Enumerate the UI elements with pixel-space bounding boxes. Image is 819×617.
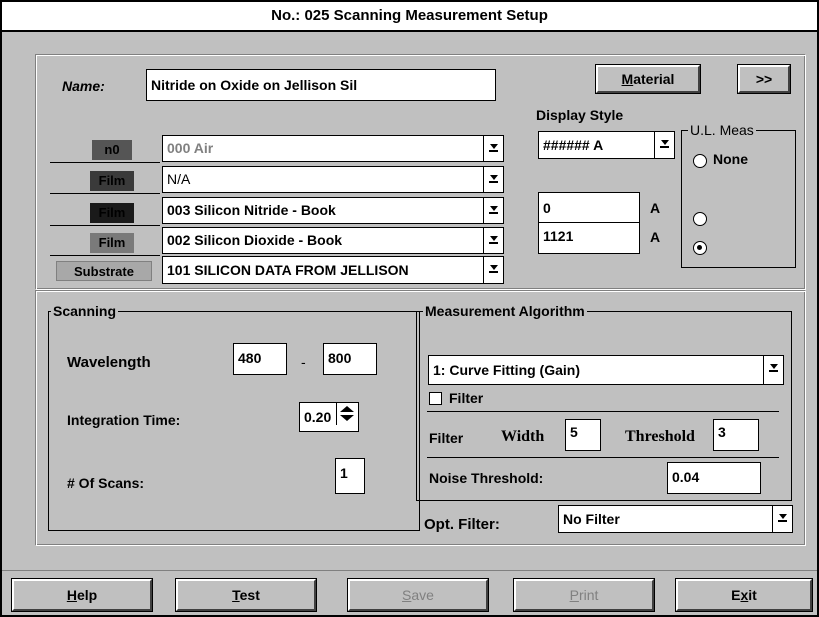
algorithm-group: Measurement Algorithm 1: Curve Fitting (…: [416, 302, 792, 501]
help-button-label: elp: [76, 587, 98, 603]
help-button-mnemonic: H: [66, 587, 77, 603]
wavelength-to-input[interactable]: 800: [323, 343, 377, 375]
layer-tag-n0: n0: [92, 140, 132, 160]
layer-separator: [50, 225, 160, 226]
filter-checkbox[interactable]: [429, 392, 442, 405]
algorithm-divider: [427, 457, 779, 458]
material-button-label: aterial: [633, 71, 675, 87]
spin-updown-icon[interactable]: [336, 403, 358, 425]
layer-tag-film-2: Film: [90, 203, 134, 223]
ul-meas-radio-film-3[interactable]: [693, 241, 707, 255]
ul-meas-group: U.L. Meas None: [681, 121, 796, 268]
more-button[interactable]: >>: [737, 64, 791, 94]
algorithm-divider: [427, 411, 779, 412]
noise-threshold-input[interactable]: 0.04: [667, 462, 761, 494]
layer-tag-film-3: Film: [90, 233, 134, 253]
algorithm-select[interactable]: 1: Curve Fitting (Gain): [428, 355, 784, 385]
wavelength-from-input[interactable]: 480: [233, 343, 287, 375]
print-button-label: rint: [578, 587, 599, 603]
exit-button[interactable]: Exit: [675, 578, 813, 612]
layer-select-film-1[interactable]: N/A: [162, 166, 504, 193]
thickness-unit: A: [650, 229, 661, 245]
filter-checkbox-label: Filter: [449, 390, 484, 406]
name-input[interactable]: Nitride on Oxide on Jellison Sil: [146, 69, 496, 101]
integration-time-input[interactable]: 0.20: [299, 402, 359, 432]
opt-filter-select[interactable]: No Filter: [558, 505, 793, 533]
help-button[interactable]: Help: [11, 578, 153, 612]
dropdown-arrow-icon[interactable]: [483, 228, 503, 253]
layer-select-film-2[interactable]: 003 Silicon Nitride - Book: [162, 197, 504, 224]
test-button-label: est: [239, 587, 260, 603]
dropdown-arrow-icon[interactable]: [763, 356, 783, 384]
dropdown-arrow-icon[interactable]: [654, 132, 674, 158]
scans-input[interactable]: 1: [335, 458, 365, 494]
scanning-group: Scanning Wavelength 480 - 800 Integratio…: [48, 302, 420, 531]
layer-separator: [50, 193, 160, 194]
filter-label: Filter: [429, 430, 464, 446]
test-button-mnemonic: T: [232, 587, 240, 603]
display-style-select[interactable]: ###### A: [538, 131, 675, 159]
integration-time-label: Integration Time:: [67, 412, 181, 428]
dropdown-arrow-icon[interactable]: [772, 506, 792, 532]
print-button[interactable]: Print: [513, 578, 655, 612]
ul-meas-radio-none[interactable]: [693, 154, 707, 168]
name-label: Name:: [62, 78, 105, 94]
material-panel: Name: Nitride on Oxide on Jellison Sil M…: [35, 54, 806, 290]
window-title: No.: 025 Scanning Measurement Setup: [2, 2, 817, 32]
display-style-label: Display Style: [536, 107, 624, 123]
scanning-label: Scanning: [51, 302, 119, 320]
ul-meas-none-label: None: [713, 151, 748, 167]
thickness-input-film-2[interactable]: 0: [538, 192, 640, 224]
layer-tag-film-1: Film: [90, 171, 134, 191]
save-button-mnemonic: S: [402, 587, 412, 603]
layer-tag-substrate: Substrate: [56, 261, 152, 281]
save-button[interactable]: Save: [347, 578, 489, 612]
ul-meas-label: U.L. Meas: [688, 121, 756, 139]
layer-separator: [50, 162, 160, 163]
material-button[interactable]: Material: [595, 64, 701, 94]
test-button[interactable]: Test: [175, 578, 317, 612]
print-button-mnemonic: P: [569, 587, 579, 603]
ul-meas-radio-film-2[interactable]: [693, 212, 707, 226]
save-button-label: ave: [411, 587, 434, 603]
opt-filter-label: Opt. Filter:: [424, 516, 500, 533]
material-button-mnemonic: M: [621, 71, 634, 87]
dropdown-arrow-icon[interactable]: [483, 198, 503, 223]
filter-threshold-input[interactable]: 3: [713, 419, 759, 451]
window: No.: 025 Scanning Measurement Setup Name…: [0, 0, 819, 617]
layer-separator: [50, 255, 160, 256]
width-label: Width: [501, 428, 545, 445]
algorithm-label: Measurement Algorithm: [423, 302, 587, 320]
thickness-input-film-3[interactable]: 1121: [538, 222, 640, 254]
layer-select-n0[interactable]: 000 Air: [162, 135, 504, 162]
scans-label: # Of Scans:: [67, 475, 145, 491]
thickness-unit: A: [650, 200, 661, 216]
dropdown-arrow-icon[interactable]: [483, 136, 503, 161]
dropdown-arrow-icon[interactable]: [483, 257, 503, 283]
threshold-label: Threshold: [625, 428, 695, 445]
settings-panel: Scanning Wavelength 480 - 800 Integratio…: [35, 290, 806, 546]
wavelength-label: Wavelength: [67, 354, 151, 371]
dropdown-arrow-icon[interactable]: [483, 167, 503, 192]
footer-divider: [2, 570, 817, 571]
layer-select-film-3[interactable]: 002 Silicon Dioxide - Book: [162, 227, 504, 254]
wavelength-dash: -: [301, 354, 306, 370]
filter-width-input[interactable]: 5: [565, 419, 601, 451]
noise-threshold-label: Noise Threshold:: [429, 470, 544, 486]
layer-select-substrate[interactable]: 101 SILICON DATA FROM JELLISON: [162, 256, 504, 284]
exit-button-label: it: [748, 587, 757, 603]
